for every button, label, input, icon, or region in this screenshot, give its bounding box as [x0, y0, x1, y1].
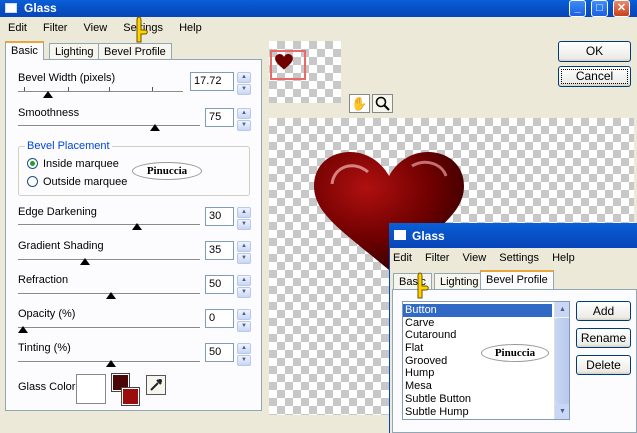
- opacity-slider-thumb[interactable]: [18, 326, 28, 333]
- color-swatch-background[interactable]: [121, 387, 140, 406]
- inside-marquee-label[interactable]: Inside marquee: [43, 158, 119, 170]
- bevel-width-label: Bevel Width (pixels): [18, 72, 116, 84]
- slider-tick: [24, 87, 25, 91]
- opacity-field[interactable]: 0: [205, 309, 234, 328]
- profile-item-button[interactable]: Button: [403, 304, 552, 317]
- slider-tick: [68, 87, 69, 91]
- smoothness-slider-thumb[interactable]: [150, 124, 160, 131]
- bevel-width-field[interactable]: 17.72: [190, 72, 234, 91]
- opacity-slider[interactable]: [18, 327, 200, 329]
- gradient-shading-field[interactable]: 35: [205, 241, 234, 260]
- smoothness-spinner[interactable]: ▲ ▼: [237, 108, 251, 131]
- front-menu-filter[interactable]: Filter: [425, 252, 449, 264]
- tinting-label: Tinting (%): [18, 342, 71, 354]
- front-menu-settings[interactable]: Settings: [499, 252, 539, 264]
- bevel-placement-legend: Bevel Placement: [25, 140, 112, 152]
- edge-darkening-label: Edge Darkening: [18, 206, 97, 218]
- front-title-bar[interactable]: Glass: [389, 223, 637, 248]
- profile-item-hump[interactable]: Hump: [403, 367, 569, 380]
- watermark-logo: Pinuccia: [132, 162, 202, 180]
- refraction-field[interactable]: 50: [205, 275, 234, 294]
- profile-item-mesa[interactable]: Mesa: [403, 380, 569, 393]
- gradient-shading-spinner[interactable]: ▲ ▼: [237, 241, 251, 264]
- zoom-icon[interactable]: [372, 94, 393, 113]
- cancel-button[interactable]: Cancel: [558, 66, 631, 87]
- close-button[interactable]: ✕: [613, 0, 630, 17]
- front-tab-lighting[interactable]: Lighting: [434, 273, 485, 290]
- profile-item-carve[interactable]: Carve: [403, 317, 569, 330]
- delete-profile-button[interactable]: Delete: [576, 355, 631, 375]
- menu-filter[interactable]: Filter: [43, 22, 67, 34]
- refraction-spinner[interactable]: ▲ ▼: [237, 275, 251, 298]
- slider-tick: [109, 87, 110, 91]
- bevel-width-slider-thumb[interactable]: [43, 91, 53, 98]
- add-profile-button[interactable]: Add: [576, 301, 631, 321]
- title-bar[interactable]: Glass _ □ ✕: [0, 0, 637, 17]
- menu-bar: Edit Filter View Settings Help: [8, 22, 215, 36]
- app-icon: [5, 3, 17, 13]
- window-title: Glass: [24, 1, 57, 15]
- minimize-button[interactable]: _: [569, 0, 586, 17]
- outside-marquee-radio[interactable]: [27, 176, 38, 187]
- tinting-field[interactable]: 50: [205, 343, 234, 362]
- front-pointer-hand-icon: [411, 268, 431, 305]
- menu-help[interactable]: Help: [179, 22, 202, 34]
- glass-color-label: Glass Color: [18, 381, 76, 393]
- gradient-shading-label: Gradient Shading: [18, 240, 104, 252]
- edge-darkening-spinner[interactable]: ▲ ▼: [237, 207, 251, 230]
- pan-hand-icon[interactable]: ✋: [349, 94, 370, 113]
- inside-marquee-radio[interactable]: [27, 158, 38, 169]
- scroll-down-button[interactable]: ▼: [555, 404, 569, 419]
- scroll-thumb[interactable]: [555, 318, 569, 404]
- bevel-width-spinner[interactable]: ▲ ▼: [237, 72, 251, 95]
- edge-darkening-slider[interactable]: [18, 224, 200, 226]
- edge-darkening-slider-thumb[interactable]: [132, 223, 142, 230]
- menu-edit[interactable]: Edit: [8, 22, 27, 34]
- gradient-shading-slider[interactable]: [18, 259, 200, 261]
- tab-lighting[interactable]: Lighting: [49, 43, 100, 60]
- front-window-title: Glass: [412, 229, 445, 243]
- profile-item-subtle-button[interactable]: Subtle Button: [403, 393, 569, 406]
- front-menu-bar: Edit Filter View Settings Help: [393, 252, 588, 264]
- smoothness-label: Smoothness: [18, 107, 80, 119]
- front-tab-bevel-profile[interactable]: Bevel Profile: [480, 270, 554, 289]
- tinting-spinner[interactable]: ▲ ▼: [237, 343, 251, 366]
- profile-item-subtle-hump[interactable]: Subtle Hump: [403, 406, 569, 419]
- front-menu-edit[interactable]: Edit: [393, 252, 412, 264]
- profile-list[interactable]: Button Carve Cutaround Flat Grooved Hump…: [402, 301, 570, 420]
- opacity-spinner[interactable]: ▲ ▼: [237, 309, 251, 332]
- ok-button[interactable]: OK: [558, 41, 631, 62]
- outside-marquee-label[interactable]: Outside marquee: [43, 176, 127, 188]
- refraction-slider-thumb[interactable]: [106, 292, 116, 299]
- tinting-slider-thumb[interactable]: [106, 360, 116, 367]
- eyedropper-icon[interactable]: [146, 375, 166, 395]
- refraction-label: Refraction: [18, 274, 69, 286]
- smoothness-field[interactable]: 75: [205, 108, 234, 127]
- tab-basic[interactable]: Basic: [5, 41, 44, 60]
- front-menu-help[interactable]: Help: [552, 252, 575, 264]
- maximize-button[interactable]: □: [591, 0, 608, 17]
- profile-item-cutaround[interactable]: Cutaround: [403, 329, 569, 342]
- rename-profile-button[interactable]: Rename: [576, 328, 631, 348]
- glass-color-swatch[interactable]: [76, 374, 106, 404]
- heart-thumbnail: [275, 54, 293, 73]
- edge-darkening-field[interactable]: 30: [205, 207, 234, 226]
- front-menu-view[interactable]: View: [463, 252, 487, 264]
- menu-view[interactable]: View: [84, 22, 108, 34]
- gradient-shading-slider-thumb[interactable]: [80, 258, 90, 265]
- scroll-up-button[interactable]: ▲: [555, 302, 569, 317]
- opacity-label: Opacity (%): [18, 308, 76, 320]
- slider-tick: [152, 87, 153, 91]
- front-app-icon: [394, 230, 406, 240]
- front-watermark-logo: Pinuccia: [481, 344, 549, 362]
- list-scrollbar[interactable]: ▲ ▼: [554, 302, 569, 419]
- smoothness-slider[interactable]: [18, 125, 200, 127]
- pointer-hand-icon: [130, 12, 150, 49]
